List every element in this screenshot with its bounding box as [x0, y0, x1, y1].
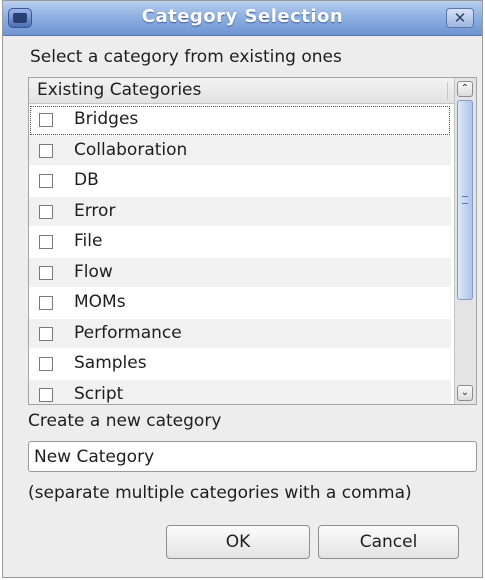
cancel-button[interactable]: Cancel — [318, 525, 459, 559]
category-row-flow[interactable]: Flow — [29, 257, 451, 288]
category-label: Error — [74, 200, 116, 221]
select-prompt: Select a category from existing ones — [30, 47, 342, 67]
category-label: File — [74, 231, 103, 251]
category-checkbox[interactable] — [39, 204, 53, 219]
category-row-moms[interactable]: MOMs — [29, 288, 451, 319]
category-label: MOMs — [74, 292, 126, 312]
category-checkbox[interactable] — [39, 235, 53, 249]
category-row-samples[interactable]: Samples — [29, 349, 451, 380]
vertical-scrollbar[interactable]: ⌃ ⌄ — [454, 78, 476, 404]
category-label: Flow — [74, 261, 113, 282]
scroll-down-icon[interactable]: ⌄ — [457, 385, 473, 401]
category-checkbox[interactable] — [39, 174, 53, 188]
new-category-input[interactable] — [28, 441, 477, 472]
category-checkbox[interactable] — [39, 357, 53, 371]
category-checkbox[interactable] — [39, 326, 53, 341]
category-rows: Bridges Collaboration DB Error File Flow — [29, 105, 451, 404]
category-row-script[interactable]: Script — [29, 379, 451, 404]
category-label: Collaboration — [74, 139, 188, 160]
category-label: Bridges — [74, 109, 139, 129]
scroll-up-icon[interactable]: ⌃ — [457, 81, 473, 97]
window-title: Category Selection — [141, 6, 344, 27]
category-checkbox[interactable] — [39, 143, 53, 158]
category-row-performance[interactable]: Performance — [29, 318, 451, 349]
category-label: Performance — [74, 322, 182, 343]
category-checkbox[interactable] — [39, 113, 53, 127]
existing-categories-list[interactable]: Existing Categories Bridges Collaboratio… — [28, 77, 477, 405]
separator-hint: (separate multiple categories with a com… — [28, 483, 412, 503]
category-checkbox[interactable] — [39, 265, 53, 280]
category-row-error[interactable]: Error — [29, 196, 451, 227]
new-category-label: Create a new category — [28, 411, 222, 431]
category-row-db[interactable]: DB — [29, 166, 451, 197]
scroll-thumb[interactable] — [457, 100, 473, 300]
category-checkbox[interactable] — [39, 296, 53, 310]
ok-button[interactable]: OK — [166, 525, 310, 559]
list-column-header[interactable]: Existing Categories — [29, 78, 454, 104]
list-header-label: Existing Categories — [37, 80, 202, 100]
category-row-collaboration[interactable]: Collaboration — [29, 135, 451, 166]
close-button[interactable]: ✕ — [446, 8, 474, 28]
category-label: Script — [74, 383, 124, 404]
title-bar[interactable]: Category Selection ✕ — [3, 1, 482, 36]
category-row-bridges[interactable]: Bridges — [29, 105, 451, 136]
grip-icon — [462, 196, 468, 204]
category-label: Samples — [74, 353, 147, 373]
category-label: DB — [74, 170, 99, 190]
category-selection-dialog: Category Selection ✕ Select a category f… — [2, 0, 483, 578]
category-row-file[interactable]: File — [29, 227, 451, 258]
category-checkbox[interactable] — [39, 387, 53, 402]
